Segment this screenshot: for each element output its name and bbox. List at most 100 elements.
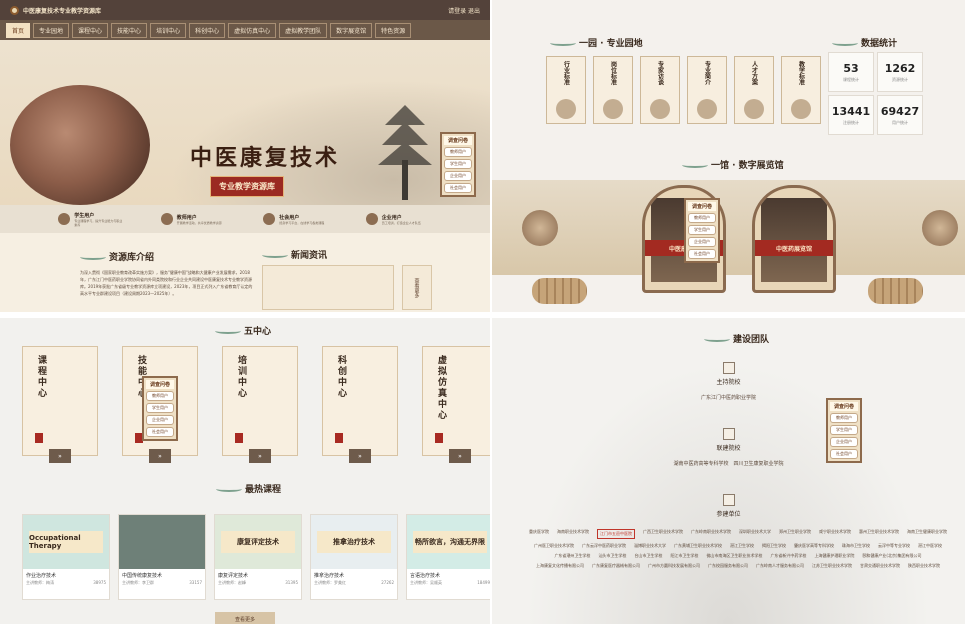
center-more-button[interactable]: » <box>349 449 371 463</box>
garden-card[interactable]: 专业简介 <box>687 56 727 124</box>
nav-item-home[interactable]: 首页 <box>6 22 31 38</box>
survey-widget[interactable]: 调查问卷 教师用户 学生用户 企业用户 社会用户 <box>684 198 720 263</box>
partner-item[interactable]: 淄博职业技术大学 <box>634 543 666 549</box>
partner-item[interactable]: 甘肃交通职业技术学院 <box>860 563 900 569</box>
host-school[interactable]: 广东江门中医药职业学院 <box>701 394 756 401</box>
survey-option-teacher[interactable]: 教师用户 <box>830 413 858 423</box>
center-more-button[interactable]: » <box>149 449 171 463</box>
survey-option-student[interactable]: 学生用户 <box>688 225 716 235</box>
partner-item[interactable]: 揭阳卫生学校 <box>762 543 786 549</box>
survey-title: 调查问卷 <box>688 202 716 211</box>
survey-widget[interactable]: 调查问卷 教师用户 学生用户 企业用户 社会用户 <box>440 132 476 197</box>
survey-option-student[interactable]: 学生用户 <box>444 159 472 169</box>
garden-card[interactable]: 人才方案 <box>734 56 774 124</box>
partner-item[interactable]: 广东省新兴中药学校 <box>770 553 806 559</box>
partner-item[interactable]: 广东云浮中医药职业学院 <box>582 543 626 549</box>
role-public[interactable]: 社会用户 终身学习平台，在线学习各类课程 <box>263 213 329 225</box>
center-card-virtual[interactable]: 虚拟仿真中心 » <box>422 346 490 463</box>
partner-item[interactable]: 江门市五邑中医院 <box>597 529 635 539</box>
joint-schools[interactable]: 湖南中医药高等专科学校 四川卫生康复职业学院 <box>673 460 783 467</box>
partner-item[interactable]: 陕西职业技术学院 <box>908 563 940 569</box>
course-card[interactable]: 康复评定技术 康复评定技术 主讲教师：赵峰 31395 <box>214 514 302 600</box>
center-card-research[interactable]: 科创中心 » <box>322 346 398 463</box>
center-card-course[interactable]: 课程中心 » <box>22 346 98 463</box>
partner-item[interactable]: 重庆医学院 <box>529 529 549 539</box>
partner-item[interactable]: 咸宁职业技术学院 <box>819 529 851 539</box>
partner-item[interactable]: 广西卫生职业技术学院 <box>643 529 683 539</box>
survey-widget[interactable]: 调查问卷 教师用户 学生用户 企业用户 社会用户 <box>826 398 862 463</box>
partner-item[interactable]: 上海健康护理职业学院 <box>814 553 854 559</box>
garden-card[interactable]: 岗位标准 <box>593 56 633 124</box>
survey-widget[interactable]: 调查问卷 教师用户 学生用户 企业用户 社会用户 <box>142 376 178 441</box>
survey-option-public[interactable]: 社会用户 <box>146 427 174 437</box>
garden-card[interactable]: 教学标准 <box>781 56 821 124</box>
nav-item-research[interactable]: 科创中心 <box>189 22 226 38</box>
partner-item[interactable]: 肇庆医学高等专科学校 <box>794 543 834 549</box>
partner-item[interactable]: 广东省潮州卫生学校 <box>554 553 590 559</box>
partner-item[interactable]: 海南职业技术学院 <box>557 529 589 539</box>
course-card[interactable]: 畅所欲言，沟通无界限 言语治疗技术 主讲教师：吴顺英 18499 <box>406 514 490 600</box>
partner-item[interactable]: 广州医卫职业技术学院 <box>534 543 574 549</box>
partner-item[interactable]: 惠州卫生职业技术学院 <box>859 529 899 539</box>
partner-item[interactable]: 颐和健康产业(北京)集团有限公司 <box>862 553 921 559</box>
survey-option-student[interactable]: 学生用户 <box>146 403 174 413</box>
survey-option-enterprise[interactable]: 企业用户 <box>688 237 716 247</box>
nav-item-skills[interactable]: 技能中心 <box>111 22 148 38</box>
course-card[interactable]: Occupational Therapy 作业治疗技术 主讲教师：梅涛 38975 <box>22 514 110 600</box>
nav-item-courses[interactable]: 课程中心 <box>72 22 109 38</box>
partner-item[interactable]: 上海康复文化传播有限公司 <box>536 563 584 569</box>
survey-option-teacher[interactable]: 教师用户 <box>146 391 174 401</box>
survey-option-enterprise[interactable]: 企业用户 <box>146 415 174 425</box>
news-more-link[interactable]: 查看更多 <box>402 265 432 310</box>
course-card[interactable]: 中国传统康复技术 主讲教师：李卫群 33157 <box>118 514 206 600</box>
role-teacher[interactable]: 教师用户 开展教学活动，共享优质教学资源 <box>160 213 227 225</box>
role-enterprise[interactable]: 企业用户 员工培训，打造企业人才队伍 <box>365 213 432 225</box>
news-card[interactable] <box>262 265 394 310</box>
courses-more-button[interactable]: 查看更多 <box>215 612 275 624</box>
partner-item[interactable]: 广东康复医疗器械有限公司 <box>592 563 640 569</box>
center-more-button[interactable]: » <box>449 449 471 463</box>
survey-option-enterprise[interactable]: 企业用户 <box>830 437 858 447</box>
survey-option-public[interactable]: 社会用户 <box>688 249 716 259</box>
course-card[interactable]: 推拿治疗技术 推拿治疗技术 主讲教师：罗美红 27262 <box>310 514 398 600</box>
garden-card[interactable]: 专家访谈 <box>640 56 680 124</box>
nav-item-virtual[interactable]: 虚拟仿真中心 <box>228 22 277 38</box>
partner-item[interactable]: 汕头市卫生学校 <box>598 553 626 559</box>
survey-option-teacher[interactable]: 教师用户 <box>444 147 472 157</box>
partner-item[interactable]: 广东岭南职业技术学院 <box>691 529 731 539</box>
partner-item[interactable]: 广东岭南人才服务有限公司 <box>756 563 804 569</box>
partner-item[interactable]: 湛江中医学校 <box>918 543 942 549</box>
five-title: 五中心 <box>244 327 272 337</box>
role-student[interactable]: 学生用户 专业课程学习，提升专业能力与职业素养 <box>58 212 124 227</box>
hall-exhibit-medicine[interactable]: 中医药展览馆 <box>752 185 836 293</box>
survey-option-teacher[interactable]: 教师用户 <box>688 213 716 223</box>
site-logo[interactable]: 中医康复技术专业教学资源库 <box>10 5 101 15</box>
partner-item[interactable]: 湛江卫生学校 <box>730 543 754 549</box>
nav-item-special[interactable]: 特色资源 <box>375 22 412 38</box>
center-more-button[interactable]: » <box>249 449 271 463</box>
center-card-training[interactable]: 培训中心 » <box>222 346 298 463</box>
partner-item[interactable]: 深圳职业技术大学 <box>739 529 771 539</box>
nav-item-team[interactable]: 虚拟教学团队 <box>279 22 328 38</box>
partner-item[interactable]: 郑州卫生职业学院 <box>779 529 811 539</box>
partner-item[interactable]: 广东黄埔卫生职业技术学校 <box>674 543 722 549</box>
survey-option-public[interactable]: 社会用户 <box>444 183 472 193</box>
garden-card[interactable]: 行业标准 <box>546 56 586 124</box>
nav-item-training[interactable]: 培训中心 <box>150 22 187 38</box>
partner-item[interactable]: 广州市方圆科技发展有限公司 <box>648 563 700 569</box>
partner-item[interactable]: 珠海市卫生学校 <box>842 543 870 549</box>
partner-item[interactable]: 台山市卫生学校 <box>634 553 662 559</box>
partner-item[interactable]: 江苏卫生职业技术学院 <box>812 563 852 569</box>
survey-option-student[interactable]: 学生用户 <box>830 425 858 435</box>
partner-item[interactable]: 广东校园服务有限公司 <box>708 563 748 569</box>
survey-option-public[interactable]: 社会用户 <box>830 449 858 459</box>
nav-item-hall[interactable]: 数字展览馆 <box>330 22 373 38</box>
center-more-button[interactable]: » <box>49 449 71 463</box>
partner-item[interactable]: 海南卫生健康职业学院 <box>907 529 947 539</box>
nav-item-garden[interactable]: 专业园地 <box>33 22 70 38</box>
partner-item[interactable]: 云浮中等专业学校 <box>878 543 910 549</box>
partner-item[interactable]: 佛山市南海区卫生职业技术学校 <box>706 553 762 559</box>
partner-item[interactable]: 阳江市卫生学校 <box>670 553 698 559</box>
survey-option-enterprise[interactable]: 企业用户 <box>444 171 472 181</box>
login-link[interactable]: 请登录 退出 <box>448 6 480 15</box>
